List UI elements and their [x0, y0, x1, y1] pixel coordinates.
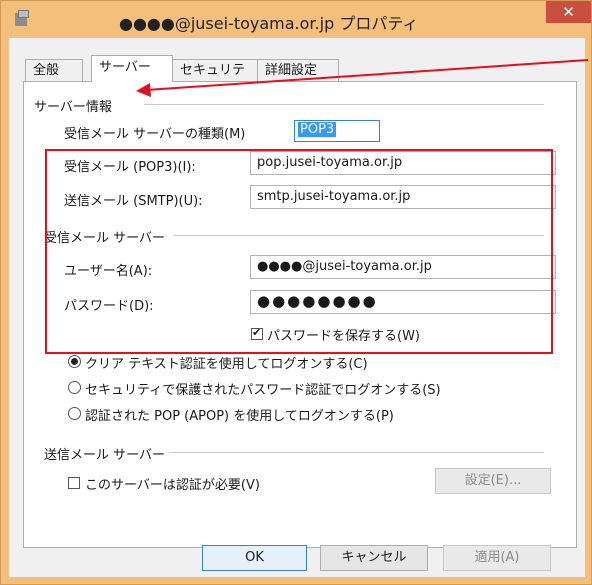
server-tab-panel: サーバー情報 受信メール サーバーの種類(M) POP3 受信メール (POP3… [23, 81, 577, 548]
close-icon: ✕ [562, 3, 575, 21]
password-label: パスワード(D): [64, 299, 154, 314]
outgoing-server-label: 送信メール (SMTP)(U): [64, 194, 203, 209]
properties-window: ●●●●@jusei-toyama.or.jp プロパティ ✕ 全般 サーバー … [0, 0, 592, 585]
server-info-title: サーバー情報 [34, 96, 116, 115]
username-label: ユーザー名(A): [64, 264, 153, 279]
window-title: ●●●●@jusei-toyama.or.jp プロパティ [119, 14, 419, 33]
separator [144, 104, 544, 105]
incoming-server-input[interactable]: pop.jusei-toyama.or.jp [250, 151, 556, 175]
auth-radio-clear-text[interactable] [68, 355, 81, 368]
incoming-server-label: 受信メール (POP3)(I): [64, 160, 196, 175]
outgoing-server-title: 送信メール サーバー [44, 444, 170, 463]
auth-required-checkbox[interactable] [68, 477, 80, 489]
auth-required-label: このサーバーは認証が必要(V) [85, 478, 260, 493]
tab-advanced[interactable]: 詳細設定 [257, 59, 339, 81]
cancel-button[interactable]: キャンセル [320, 545, 428, 571]
dialog-body: 全般 サーバー セキュリティ 詳細設定 サーバー情報 受信メール サーバーの種類… [9, 38, 585, 577]
separator [174, 235, 544, 236]
title-bar[interactable]: ●●●●@jusei-toyama.or.jp プロパティ ✕ [1, 1, 591, 38]
tab-general[interactable]: 全般 [25, 59, 83, 81]
tab-server[interactable]: サーバー [91, 55, 173, 82]
password-input[interactable]: ●●●●●●●● [250, 290, 556, 314]
auth-option-apop: 認証された POP (APOP) を使用してログオンする(P) [85, 409, 394, 424]
auth-option-clear-text: クリア テキスト認証を使用してログオンする(C) [85, 357, 368, 372]
auth-radio-spa[interactable] [68, 381, 81, 394]
server-type-field: POP3 [294, 120, 380, 142]
tab-security[interactable]: セキュリティ [172, 59, 260, 100]
close-button[interactable]: ✕ [546, 1, 591, 23]
separator [164, 452, 544, 453]
settings-button[interactable]: 設定(E)... [435, 468, 551, 494]
ok-button[interactable]: OK [202, 545, 307, 571]
document-icon [15, 10, 29, 27]
username-input[interactable]: ●●●●@jusei-toyama.or.jp [250, 255, 556, 279]
save-password-label: パスワードを保存する(W) [267, 329, 420, 344]
save-password-checkbox[interactable] [251, 326, 263, 340]
auth-radio-apop[interactable] [68, 407, 81, 420]
incoming-server-title: 受信メール サーバー [44, 227, 170, 246]
auth-option-spa: セキュリティで保護されたパスワード認証でログオンする(S) [85, 383, 441, 398]
outgoing-server-input[interactable]: smtp.jusei-toyama.or.jp [250, 185, 556, 209]
server-type-label: 受信メール サーバーの種類(M) [64, 127, 246, 142]
apply-button[interactable]: 適用(A) [443, 545, 551, 571]
server-type-value: POP3 [298, 122, 337, 137]
